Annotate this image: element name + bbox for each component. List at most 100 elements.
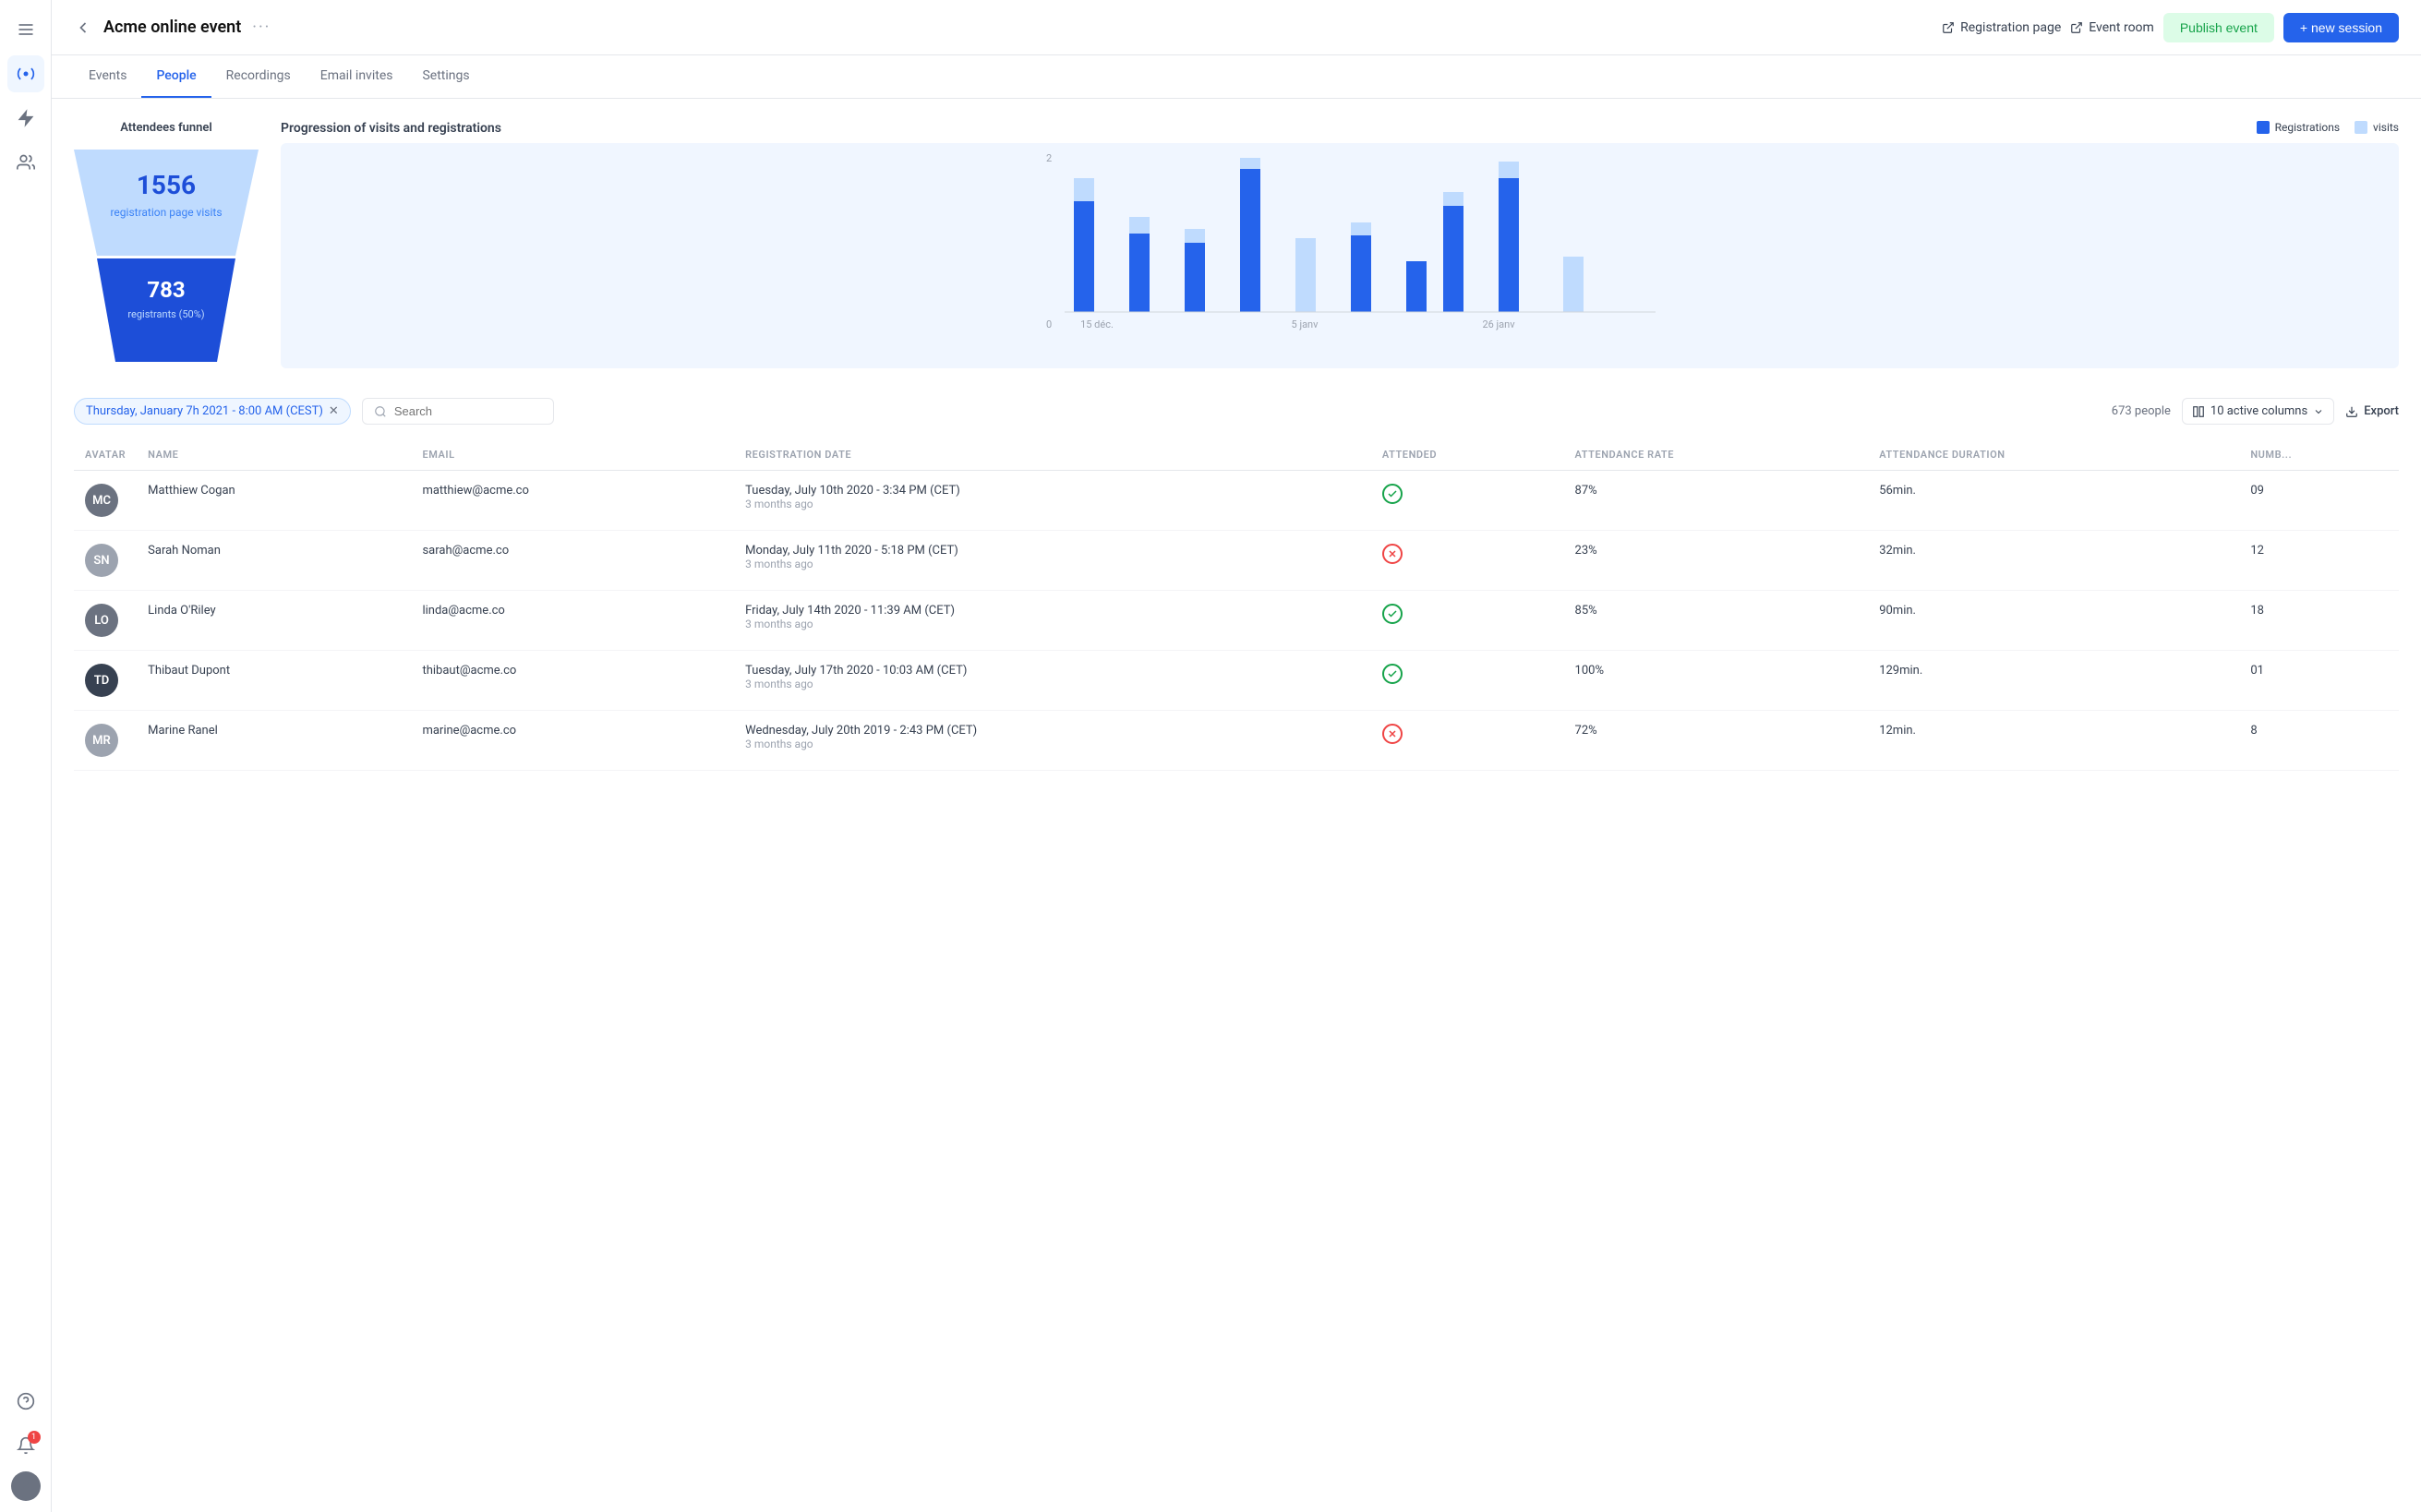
date-filter-chip[interactable]: Thursday, January 7h 2021 - 8:00 AM (CES… bbox=[74, 398, 351, 425]
cell-rate: 72% bbox=[1564, 711, 1869, 771]
bar-reg-6 bbox=[1351, 235, 1371, 312]
funnel-title: Attendees funnel bbox=[74, 121, 259, 135]
bar-vis-2 bbox=[1129, 217, 1150, 234]
table-section: Thursday, January 7h 2021 - 8:00 AM (CES… bbox=[74, 398, 2399, 771]
sidebar-icon-help[interactable] bbox=[7, 1383, 44, 1420]
table-row[interactable]: LO Linda O'Riley linda@acme.co Friday, J… bbox=[74, 591, 2399, 651]
col-email: EMAIL bbox=[411, 439, 734, 471]
content-area: Attendees funnel 1556 registration page … bbox=[52, 99, 2421, 1512]
person-avatar: TD bbox=[85, 664, 118, 697]
people-count: 673 people bbox=[2112, 404, 2171, 418]
bar-reg-5 bbox=[1295, 252, 1316, 312]
search-box[interactable] bbox=[362, 398, 554, 425]
back-button[interactable] bbox=[74, 18, 92, 37]
reg-date-ago: 3 months ago bbox=[745, 738, 1360, 750]
person-avatar: MR bbox=[85, 724, 118, 757]
page-title: Acme online event bbox=[103, 18, 241, 37]
search-input[interactable] bbox=[394, 404, 542, 418]
reg-date-ago: 3 months ago bbox=[745, 498, 1360, 510]
cell-reg-date: Wednesday, July 20th 2019 - 2:43 PM (CET… bbox=[734, 711, 1371, 771]
legend-registrations: Registrations bbox=[2257, 121, 2340, 134]
table-header-row: AVATAR NAME EMAIL REGISTRATION DATE ATTE… bbox=[74, 439, 2399, 471]
svg-text:2: 2 bbox=[1046, 152, 1052, 164]
cell-rate: 23% bbox=[1564, 531, 1869, 591]
tabs-bar: Events People Recordings Email invites S… bbox=[52, 55, 2421, 99]
bar-vis-3 bbox=[1185, 229, 1205, 243]
cell-rate: 87% bbox=[1564, 471, 1869, 531]
registration-page-link[interactable]: Registration page bbox=[1942, 20, 2061, 35]
export-button[interactable]: Export bbox=[2345, 404, 2399, 418]
table-row[interactable]: MR Marine Ranel marine@acme.co Wednesday… bbox=[74, 711, 2399, 771]
notification-badge: 1 bbox=[28, 1431, 41, 1444]
chevron-down-icon bbox=[2313, 406, 2324, 417]
tab-events[interactable]: Events bbox=[74, 55, 141, 98]
col-name: NAME bbox=[137, 439, 411, 471]
funnel-bottom-number: 783 bbox=[147, 277, 185, 303]
cell-numb: 8 bbox=[2239, 711, 2399, 771]
cell-avatar: MC bbox=[74, 471, 137, 531]
cell-name: Thibaut Dupont bbox=[137, 651, 411, 711]
table-row[interactable]: TD Thibaut Dupont thibaut@acme.co Tuesda… bbox=[74, 651, 2399, 711]
user-avatar[interactable] bbox=[11, 1471, 41, 1501]
sidebar: 1 bbox=[0, 0, 52, 1512]
reg-date-main: Wednesday, July 20th 2019 - 2:43 PM (CET… bbox=[745, 724, 1360, 738]
cell-duration: 56min. bbox=[1868, 471, 2239, 531]
tab-settings[interactable]: Settings bbox=[407, 55, 484, 98]
cell-attended bbox=[1371, 471, 1564, 531]
cell-email: marine@acme.co bbox=[411, 711, 734, 771]
analytics-row: Attendees funnel 1556 registration page … bbox=[74, 121, 2399, 368]
attended-no-icon bbox=[1382, 724, 1403, 744]
bar-reg-4 bbox=[1240, 169, 1260, 312]
attended-no-icon bbox=[1382, 544, 1403, 564]
cell-duration: 90min. bbox=[1868, 591, 2239, 651]
cell-avatar: SN bbox=[74, 531, 137, 591]
publish-button[interactable]: Publish event bbox=[2163, 13, 2274, 42]
bar-vis-5 bbox=[1295, 238, 1316, 252]
person-avatar: SN bbox=[85, 544, 118, 577]
sidebar-icon-lightning[interactable] bbox=[7, 100, 44, 137]
main-content: Acme online event ··· Registration page … bbox=[52, 0, 2421, 1512]
cell-duration: 12min. bbox=[1868, 711, 2239, 771]
event-room-link[interactable]: Event room bbox=[2070, 20, 2154, 35]
cell-email: sarah@acme.co bbox=[411, 531, 734, 591]
sidebar-icon-people[interactable] bbox=[7, 144, 44, 181]
people-table: AVATAR NAME EMAIL REGISTRATION DATE ATTE… bbox=[74, 439, 2399, 771]
more-options-button[interactable]: ··· bbox=[252, 18, 271, 37]
table-row[interactable]: MC Matthiew Cogan matthiew@acme.co Tuesd… bbox=[74, 471, 2399, 531]
sidebar-icon-notifications[interactable]: 1 bbox=[7, 1427, 44, 1464]
cell-email: matthiew@acme.co bbox=[411, 471, 734, 531]
cell-name: Marine Ranel bbox=[137, 711, 411, 771]
event-room-label: Event room bbox=[2089, 20, 2154, 35]
cell-reg-date: Tuesday, July 17th 2020 - 10:03 AM (CET)… bbox=[734, 651, 1371, 711]
filter-chip-label: Thursday, January 7h 2021 - 8:00 AM (CES… bbox=[86, 404, 323, 418]
tab-people[interactable]: People bbox=[141, 55, 211, 98]
columns-icon bbox=[2192, 405, 2205, 418]
bar-reg-7 bbox=[1406, 261, 1427, 312]
new-session-button[interactable]: + new session bbox=[2283, 13, 2399, 42]
sidebar-icon-broadcast[interactable] bbox=[7, 55, 44, 92]
tab-recordings[interactable]: Recordings bbox=[211, 55, 306, 98]
person-avatar: LO bbox=[85, 604, 118, 637]
cell-name: Sarah Noman bbox=[137, 531, 411, 591]
reg-date-main: Monday, July 11th 2020 - 5:18 PM (CET) bbox=[745, 544, 1360, 558]
sidebar-icon-menu[interactable] bbox=[7, 11, 44, 48]
table-row[interactable]: SN Sarah Noman sarah@acme.co Monday, Jul… bbox=[74, 531, 2399, 591]
funnel-top-number: 1556 bbox=[137, 170, 196, 200]
x-label-1: 15 déc. bbox=[1080, 318, 1114, 330]
legend-dot-visits bbox=[2355, 121, 2367, 134]
cell-numb: 18 bbox=[2239, 591, 2399, 651]
registration-page-label: Registration page bbox=[1960, 20, 2061, 35]
columns-button[interactable]: 10 active columns bbox=[2182, 398, 2334, 425]
col-attendance-duration: ATTENDANCE DURATION bbox=[1868, 439, 2239, 471]
filter-chip-close[interactable]: ✕ bbox=[329, 404, 339, 418]
search-icon bbox=[374, 405, 387, 418]
reg-date-main: Friday, July 14th 2020 - 11:39 AM (CET) bbox=[745, 604, 1360, 618]
cell-attended bbox=[1371, 711, 1564, 771]
col-attended: ATTENDED bbox=[1371, 439, 1564, 471]
funnel-shape: 1556 registration page visits 783 regist… bbox=[74, 150, 259, 366]
funnel-bottom-label: registrants (50%) bbox=[127, 308, 204, 320]
tab-email-invites[interactable]: Email invites bbox=[306, 55, 408, 98]
export-icon bbox=[2345, 405, 2358, 418]
attended-yes-icon bbox=[1382, 604, 1403, 624]
legend-dot-registrations bbox=[2257, 121, 2270, 134]
